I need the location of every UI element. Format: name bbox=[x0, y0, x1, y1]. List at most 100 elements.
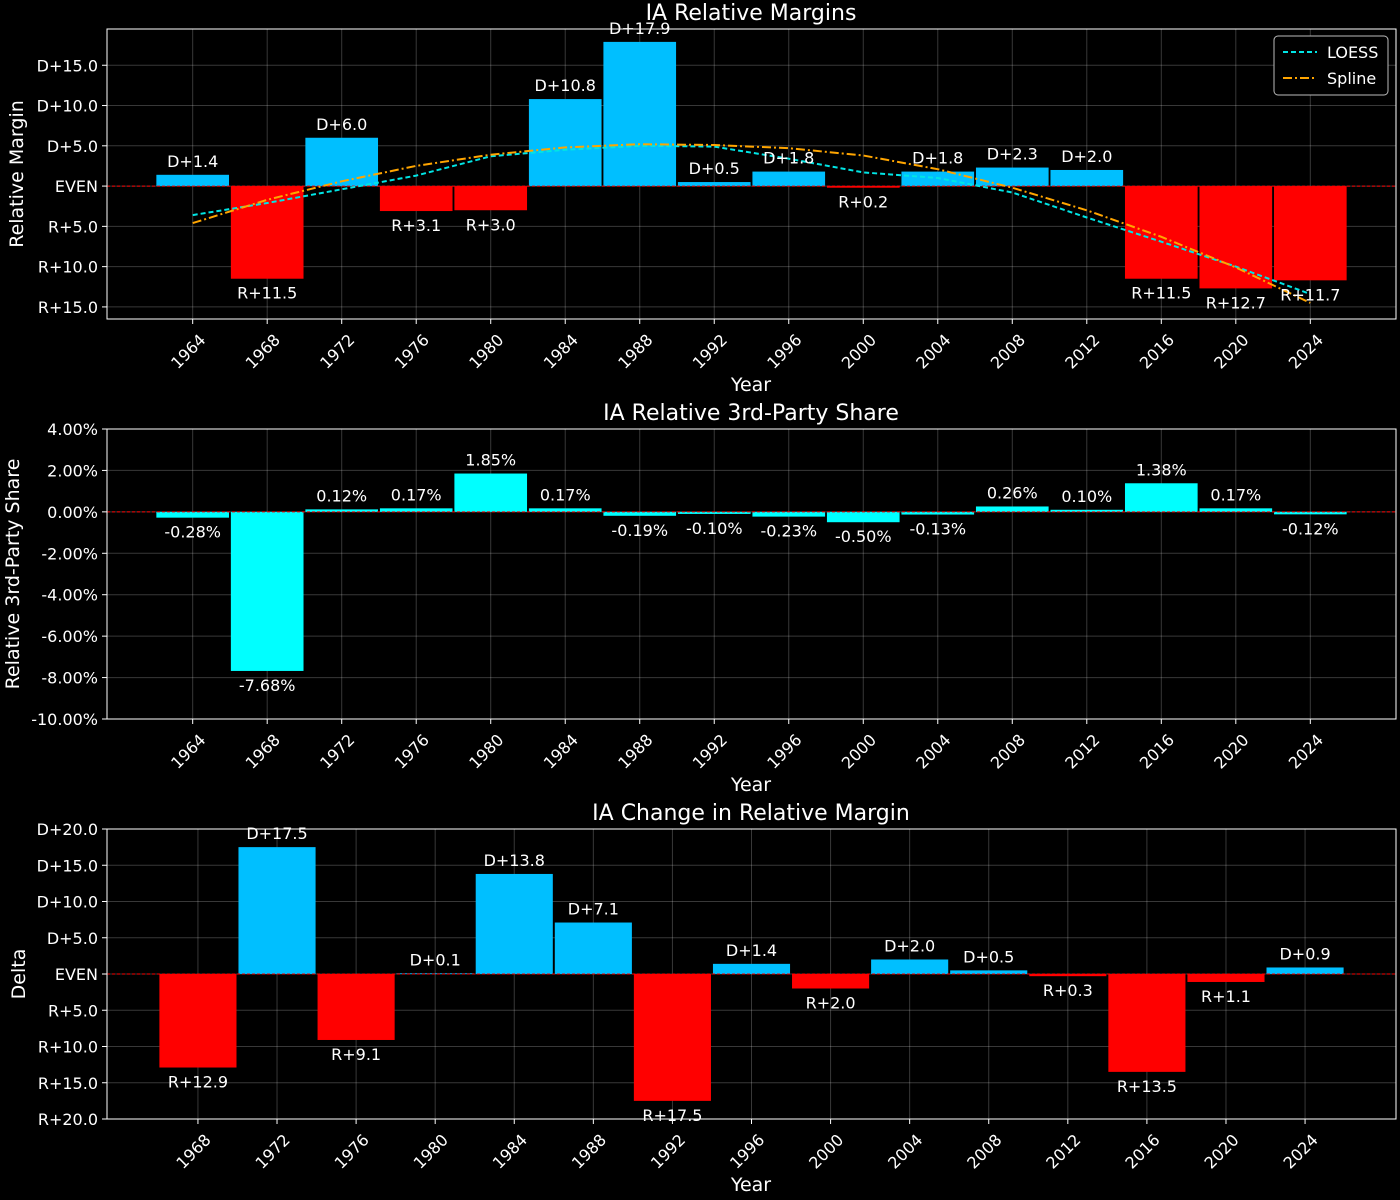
margin-data-label-1976: R+3.1 bbox=[391, 216, 441, 235]
margin-bar-2024 bbox=[1273, 186, 1347, 281]
y-tick-label: EVEN bbox=[55, 965, 98, 984]
margin-bar-1968 bbox=[230, 186, 304, 279]
margin-data-label-1968: R+11.5 bbox=[237, 284, 297, 303]
third-data-label-1964: -0.28% bbox=[164, 523, 221, 542]
margin-data-label-1964: D+1.4 bbox=[167, 152, 218, 171]
margin-bar-2020 bbox=[1199, 186, 1273, 289]
y-tick-label: EVEN bbox=[55, 177, 98, 196]
delta-bar-2004 bbox=[871, 959, 949, 974]
delta-bar-1984 bbox=[475, 873, 553, 974]
third-data-label-2020: 0.17% bbox=[1210, 485, 1261, 504]
third-data-label-1980: 1.85% bbox=[465, 451, 516, 470]
loess-legend-label: LOESS bbox=[1327, 43, 1378, 62]
y-tick-label: -6.00% bbox=[41, 627, 98, 646]
third-bar-1984 bbox=[528, 508, 602, 512]
delta-bar-2024 bbox=[1266, 967, 1344, 974]
margin-data-label-2024: R+11.7 bbox=[1280, 285, 1340, 304]
delta-bar-1976 bbox=[317, 974, 395, 1040]
y-tick-label: 2.00% bbox=[47, 461, 98, 480]
margin-data-label-2004: D+1.8 bbox=[912, 149, 963, 168]
margin-data-label-2016: R+11.5 bbox=[1131, 284, 1191, 303]
margin-data-label-1988: D+17.9 bbox=[609, 19, 670, 38]
y-tick-label: R+5.0 bbox=[48, 217, 98, 236]
change-in-margin-y-axis-label: Delta bbox=[8, 949, 30, 1000]
third-data-label-1968: -7.68% bbox=[239, 676, 296, 695]
third-party-share-y-axis-label: Relative 3rd-Party Share bbox=[2, 459, 24, 690]
y-tick-label: D+5.0 bbox=[47, 929, 98, 948]
third-bar-1996 bbox=[752, 511, 826, 517]
margin-bar-1964 bbox=[156, 174, 230, 187]
margin-data-label-2012: D+2.0 bbox=[1061, 147, 1112, 166]
third-bar-1980 bbox=[454, 473, 528, 512]
margin-data-label-2008: D+2.3 bbox=[987, 145, 1038, 164]
delta-data-label-1984: D+13.8 bbox=[484, 851, 545, 870]
y-tick-label: -2.00% bbox=[41, 544, 98, 563]
margin-data-label-2020: R+12.7 bbox=[1206, 293, 1266, 312]
y-tick-label: -4.00% bbox=[41, 586, 98, 605]
chart-figure: IA Relative Margins Year Relative Margin… bbox=[0, 0, 1400, 1200]
delta-data-label-1988: D+7.1 bbox=[568, 900, 619, 919]
margin-bar-1992 bbox=[677, 182, 751, 187]
relative-margins-x-axis-label: Year bbox=[730, 374, 771, 396]
margin-data-label-1996: D+1.8 bbox=[763, 149, 814, 168]
third-bar-1968 bbox=[230, 511, 304, 671]
third-data-label-1996: -0.23% bbox=[760, 522, 817, 541]
third-bar-2016 bbox=[1124, 483, 1198, 512]
delta-data-label-1972: D+17.5 bbox=[246, 824, 307, 843]
delta-bar-1972 bbox=[238, 847, 316, 974]
relative-margins-y-axis-label: Relative Margin bbox=[6, 100, 28, 248]
y-tick-label: R+5.0 bbox=[48, 1001, 98, 1020]
margin-bar-1996 bbox=[752, 171, 826, 187]
margin-bar-1988 bbox=[603, 41, 677, 187]
third-data-label-1988: -0.19% bbox=[611, 521, 668, 540]
delta-bar-1968 bbox=[159, 974, 237, 1068]
third-bar-1976 bbox=[379, 508, 453, 512]
margin-bar-1980 bbox=[454, 186, 528, 211]
third-bar-2000 bbox=[826, 511, 900, 523]
delta-data-label-1976: R+9.1 bbox=[331, 1045, 381, 1064]
delta-data-label-2024: D+0.9 bbox=[1279, 944, 1330, 963]
y-tick-label: D+20.0 bbox=[37, 820, 98, 839]
third-party-share-title: IA Relative 3rd-Party Share bbox=[603, 401, 899, 426]
delta-data-label-2004: D+2.0 bbox=[884, 937, 935, 956]
margin-data-label-2000: R+0.2 bbox=[838, 193, 888, 212]
third-data-label-1992: -0.10% bbox=[686, 519, 743, 538]
margin-bar-1976 bbox=[379, 186, 453, 212]
y-tick-label: R+10.0 bbox=[38, 258, 98, 277]
relative-margins-title: IA Relative Margins bbox=[646, 1, 857, 26]
margin-bar-1984 bbox=[528, 99, 602, 187]
y-tick-label: -8.00% bbox=[41, 669, 98, 688]
relative-margins-legend: LOESS Spline bbox=[1273, 35, 1389, 96]
margin-bar-2016 bbox=[1124, 186, 1198, 279]
third-bar-2008 bbox=[975, 506, 1049, 512]
third-data-label-2016: 1.38% bbox=[1136, 460, 1187, 479]
third-data-label-2008: 0.26% bbox=[987, 483, 1038, 502]
third-data-label-1984: 0.17% bbox=[540, 485, 591, 504]
y-tick-label: D+15.0 bbox=[37, 56, 98, 75]
delta-bar-2020 bbox=[1187, 974, 1265, 982]
spline-legend-label: Spline bbox=[1327, 69, 1376, 88]
third-party-share-x-axis-label: Year bbox=[730, 774, 771, 796]
y-tick-label: R+10.0 bbox=[38, 1038, 98, 1057]
y-tick-label: D+10.0 bbox=[37, 893, 98, 912]
y-tick-label: D+5.0 bbox=[47, 137, 98, 156]
y-tick-label: -10.00% bbox=[31, 710, 98, 729]
delta-bar-2016 bbox=[1108, 974, 1186, 1072]
delta-data-label-2012: R+0.3 bbox=[1043, 981, 1093, 1000]
margin-data-label-1980: R+3.0 bbox=[466, 215, 516, 234]
third-data-label-1976: 0.17% bbox=[391, 485, 442, 504]
delta-data-label-1996: D+1.4 bbox=[726, 941, 777, 960]
change-in-margin-title: IA Change in Relative Margin bbox=[592, 801, 910, 826]
delta-data-label-2000: R+2.0 bbox=[806, 994, 856, 1013]
third-data-label-2024: -0.12% bbox=[1282, 519, 1339, 538]
third-bar-2020 bbox=[1199, 508, 1273, 512]
y-tick-label: R+20.0 bbox=[38, 1110, 98, 1129]
delta-bar-2000 bbox=[792, 974, 870, 989]
delta-data-label-1980: D+0.1 bbox=[410, 950, 461, 969]
delta-data-label-2008: D+0.5 bbox=[963, 947, 1014, 966]
y-tick-label: R+15.0 bbox=[38, 1074, 98, 1093]
delta-bar-2008 bbox=[950, 970, 1028, 974]
margin-data-label-1972: D+6.0 bbox=[316, 115, 367, 134]
delta-data-label-2016: R+13.5 bbox=[1117, 1077, 1177, 1096]
third-data-label-2000: -0.50% bbox=[835, 527, 892, 546]
